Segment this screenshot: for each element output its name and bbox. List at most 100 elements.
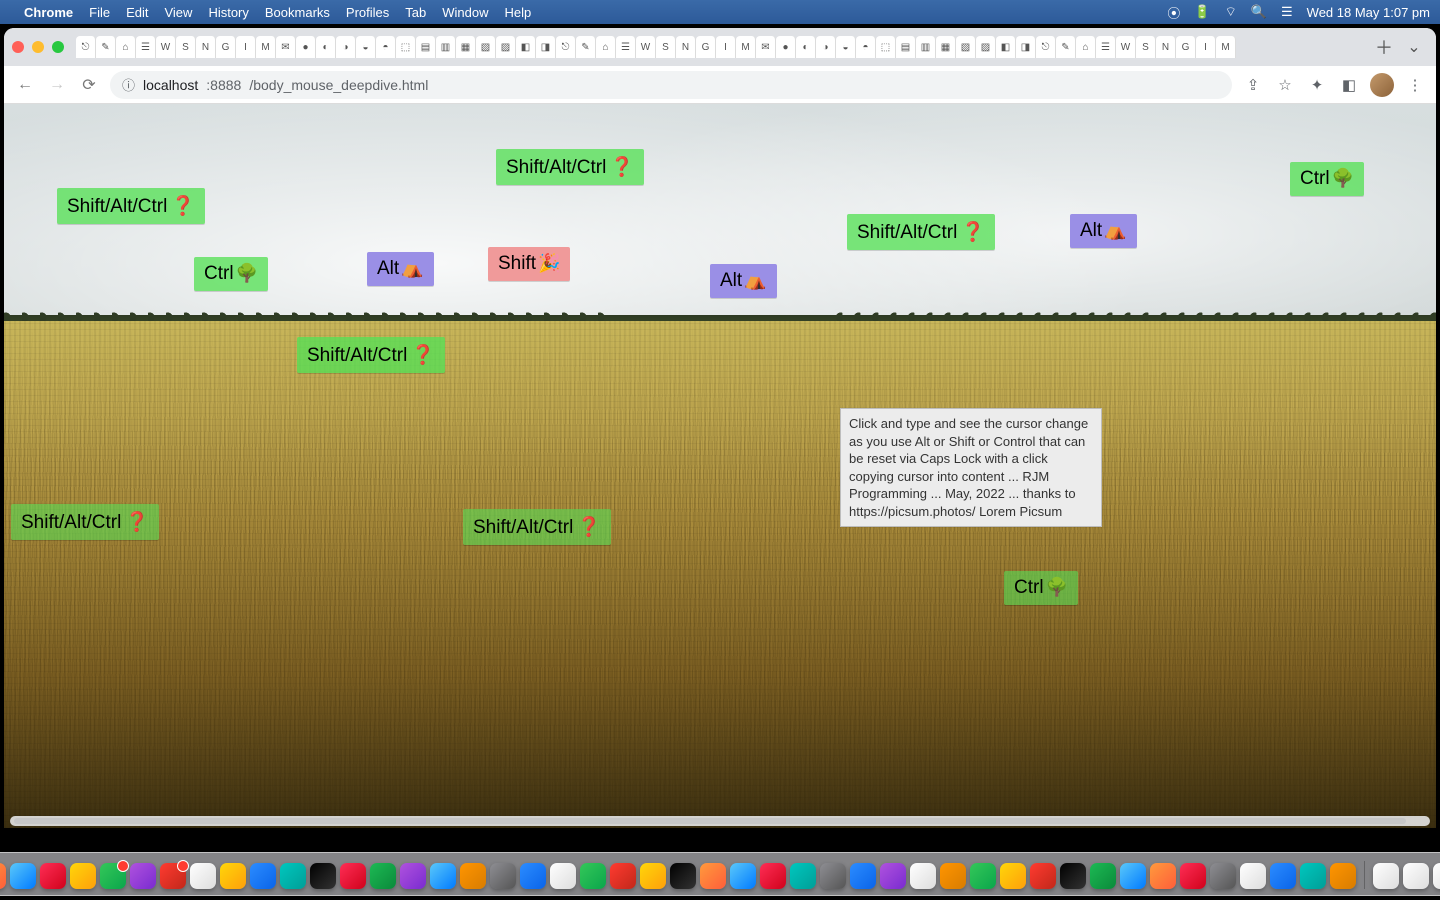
forward-button[interactable]: → bbox=[46, 76, 68, 94]
background-tab[interactable]: ▨ bbox=[496, 36, 516, 58]
horizontal-scrollbar[interactable] bbox=[10, 816, 1430, 826]
dock-app[interactable] bbox=[160, 863, 186, 889]
address-bar[interactable]: ⓘ localhost:8888/body_mouse_deepdive.htm… bbox=[110, 71, 1232, 99]
background-tab[interactable]: W bbox=[1116, 36, 1136, 58]
back-button[interactable]: ← bbox=[14, 76, 36, 94]
menu-tab[interactable]: Tab bbox=[405, 5, 426, 20]
dock-app[interactable] bbox=[130, 863, 156, 889]
menu-edit[interactable]: Edit bbox=[126, 5, 148, 20]
chip-shiftaltctrl[interactable]: Shift/Alt/Ctrl❓ bbox=[11, 504, 159, 540]
background-tab[interactable]: S bbox=[1136, 36, 1156, 58]
dock-app[interactable] bbox=[1030, 863, 1056, 889]
chip-alt[interactable]: Alt⛺ bbox=[1070, 214, 1137, 248]
dock-app[interactable] bbox=[1240, 863, 1266, 889]
chip-ctrl[interactable]: Ctrl🌳 bbox=[194, 257, 268, 291]
dock-app[interactable] bbox=[730, 863, 756, 889]
background-tab[interactable]: I bbox=[716, 36, 736, 58]
window-zoom-button[interactable] bbox=[52, 41, 64, 53]
dock-app[interactable] bbox=[700, 863, 726, 889]
dock-app[interactable] bbox=[310, 863, 336, 889]
dock-app[interactable] bbox=[670, 863, 696, 889]
dock-app[interactable] bbox=[100, 863, 126, 889]
dock-app[interactable] bbox=[910, 863, 936, 889]
sidepanel-icon[interactable]: ◧ bbox=[1338, 76, 1360, 94]
dock-app[interactable] bbox=[1000, 863, 1026, 889]
dock-app[interactable] bbox=[970, 863, 996, 889]
background-tab[interactable]: M bbox=[256, 36, 276, 58]
background-tab[interactable]: G bbox=[1176, 36, 1196, 58]
background-tab[interactable]: ⬚ bbox=[396, 36, 416, 58]
background-tab[interactable]: ◐ bbox=[316, 36, 336, 58]
background-tab[interactable]: ▥ bbox=[916, 36, 936, 58]
chip-shiftaltctrl[interactable]: Shift/Alt/Ctrl❓ bbox=[847, 214, 995, 250]
background-tab[interactable]: ◒ bbox=[356, 36, 376, 58]
background-tab[interactable]: S bbox=[176, 36, 196, 58]
dock-app[interactable] bbox=[1090, 863, 1116, 889]
profile-avatar[interactable] bbox=[1370, 73, 1394, 97]
background-tab[interactable]: M bbox=[1216, 36, 1236, 58]
background-tab[interactable]: N bbox=[1156, 36, 1176, 58]
dock-app[interactable] bbox=[1300, 863, 1326, 889]
dock-app[interactable] bbox=[370, 863, 396, 889]
chip-shiftaltctrl[interactable]: Shift/Alt/Ctrl❓ bbox=[297, 337, 445, 373]
background-tab[interactable]: ▤ bbox=[416, 36, 436, 58]
background-tab[interactable]: ◧ bbox=[516, 36, 536, 58]
background-tab[interactable]: ▥ bbox=[436, 36, 456, 58]
background-tab[interactable]: ▨ bbox=[976, 36, 996, 58]
menu-history[interactable]: History bbox=[208, 5, 248, 20]
dock-app[interactable] bbox=[1270, 863, 1296, 889]
dock-app[interactable] bbox=[850, 863, 876, 889]
dock-app[interactable] bbox=[430, 863, 456, 889]
background-tab[interactable]: ◑ bbox=[336, 36, 356, 58]
dock-app[interactable] bbox=[520, 863, 546, 889]
dock-app[interactable] bbox=[250, 863, 276, 889]
background-tab[interactable]: W bbox=[636, 36, 656, 58]
background-tab[interactable]: ● bbox=[296, 36, 316, 58]
chip-alt[interactable]: Alt⛺ bbox=[710, 264, 777, 298]
menu-help[interactable]: Help bbox=[505, 5, 532, 20]
dock-app[interactable] bbox=[190, 863, 216, 889]
menu-view[interactable]: View bbox=[164, 5, 192, 20]
background-tab[interactable]: ✎ bbox=[1056, 36, 1076, 58]
dock-app[interactable] bbox=[760, 863, 786, 889]
menu-window[interactable]: Window bbox=[442, 5, 488, 20]
dock-app[interactable] bbox=[220, 863, 246, 889]
dock-app[interactable] bbox=[1210, 863, 1236, 889]
background-tab[interactable]: ◓ bbox=[376, 36, 396, 58]
background-tab[interactable]: ⌂ bbox=[1076, 36, 1096, 58]
dock-app[interactable] bbox=[550, 863, 576, 889]
background-tab[interactable]: ☰ bbox=[616, 36, 636, 58]
dock-app[interactable] bbox=[1120, 863, 1146, 889]
extensions-icon[interactable]: ✦ bbox=[1306, 76, 1328, 94]
control-center-icon[interactable]: ☰ bbox=[1281, 4, 1293, 20]
background-tab[interactable]: ▧ bbox=[956, 36, 976, 58]
chip-shiftaltctrl[interactable]: Shift/Alt/Ctrl❓ bbox=[463, 509, 611, 545]
active-app-name[interactable]: Chrome bbox=[24, 5, 73, 20]
dock-minimized-window[interactable] bbox=[1433, 863, 1440, 889]
background-tab[interactable]: ◨ bbox=[1016, 36, 1036, 58]
menu-file[interactable]: File bbox=[89, 5, 110, 20]
background-tab[interactable]: ◧ bbox=[996, 36, 1016, 58]
background-tab[interactable]: ✎ bbox=[96, 36, 116, 58]
background-tab[interactable]: ◐ bbox=[796, 36, 816, 58]
background-tab[interactable]: ☰ bbox=[136, 36, 156, 58]
dock-app[interactable] bbox=[1060, 863, 1086, 889]
dock-app[interactable] bbox=[820, 863, 846, 889]
site-info-icon[interactable]: ⓘ bbox=[122, 75, 135, 94]
screencast-icon[interactable]: ⦿ bbox=[1167, 3, 1180, 22]
chrome-menu-icon[interactable]: ⋮ bbox=[1404, 76, 1426, 94]
background-tab[interactable]: I bbox=[236, 36, 256, 58]
background-tab[interactable]: G bbox=[696, 36, 716, 58]
background-tab[interactable]: M bbox=[736, 36, 756, 58]
dock-app[interactable] bbox=[490, 863, 516, 889]
background-tab[interactable]: S bbox=[656, 36, 676, 58]
background-tab[interactable]: ✉ bbox=[276, 36, 296, 58]
share-icon[interactable]: ⇪ bbox=[1242, 76, 1264, 94]
dock-app[interactable] bbox=[880, 863, 906, 889]
background-tab[interactable]: I bbox=[1196, 36, 1216, 58]
background-tab[interactable]: ◒ bbox=[836, 36, 856, 58]
dock-app[interactable] bbox=[1150, 863, 1176, 889]
dock-app[interactable] bbox=[10, 863, 36, 889]
background-tab[interactable]: ● bbox=[776, 36, 796, 58]
dock-app[interactable] bbox=[40, 863, 66, 889]
